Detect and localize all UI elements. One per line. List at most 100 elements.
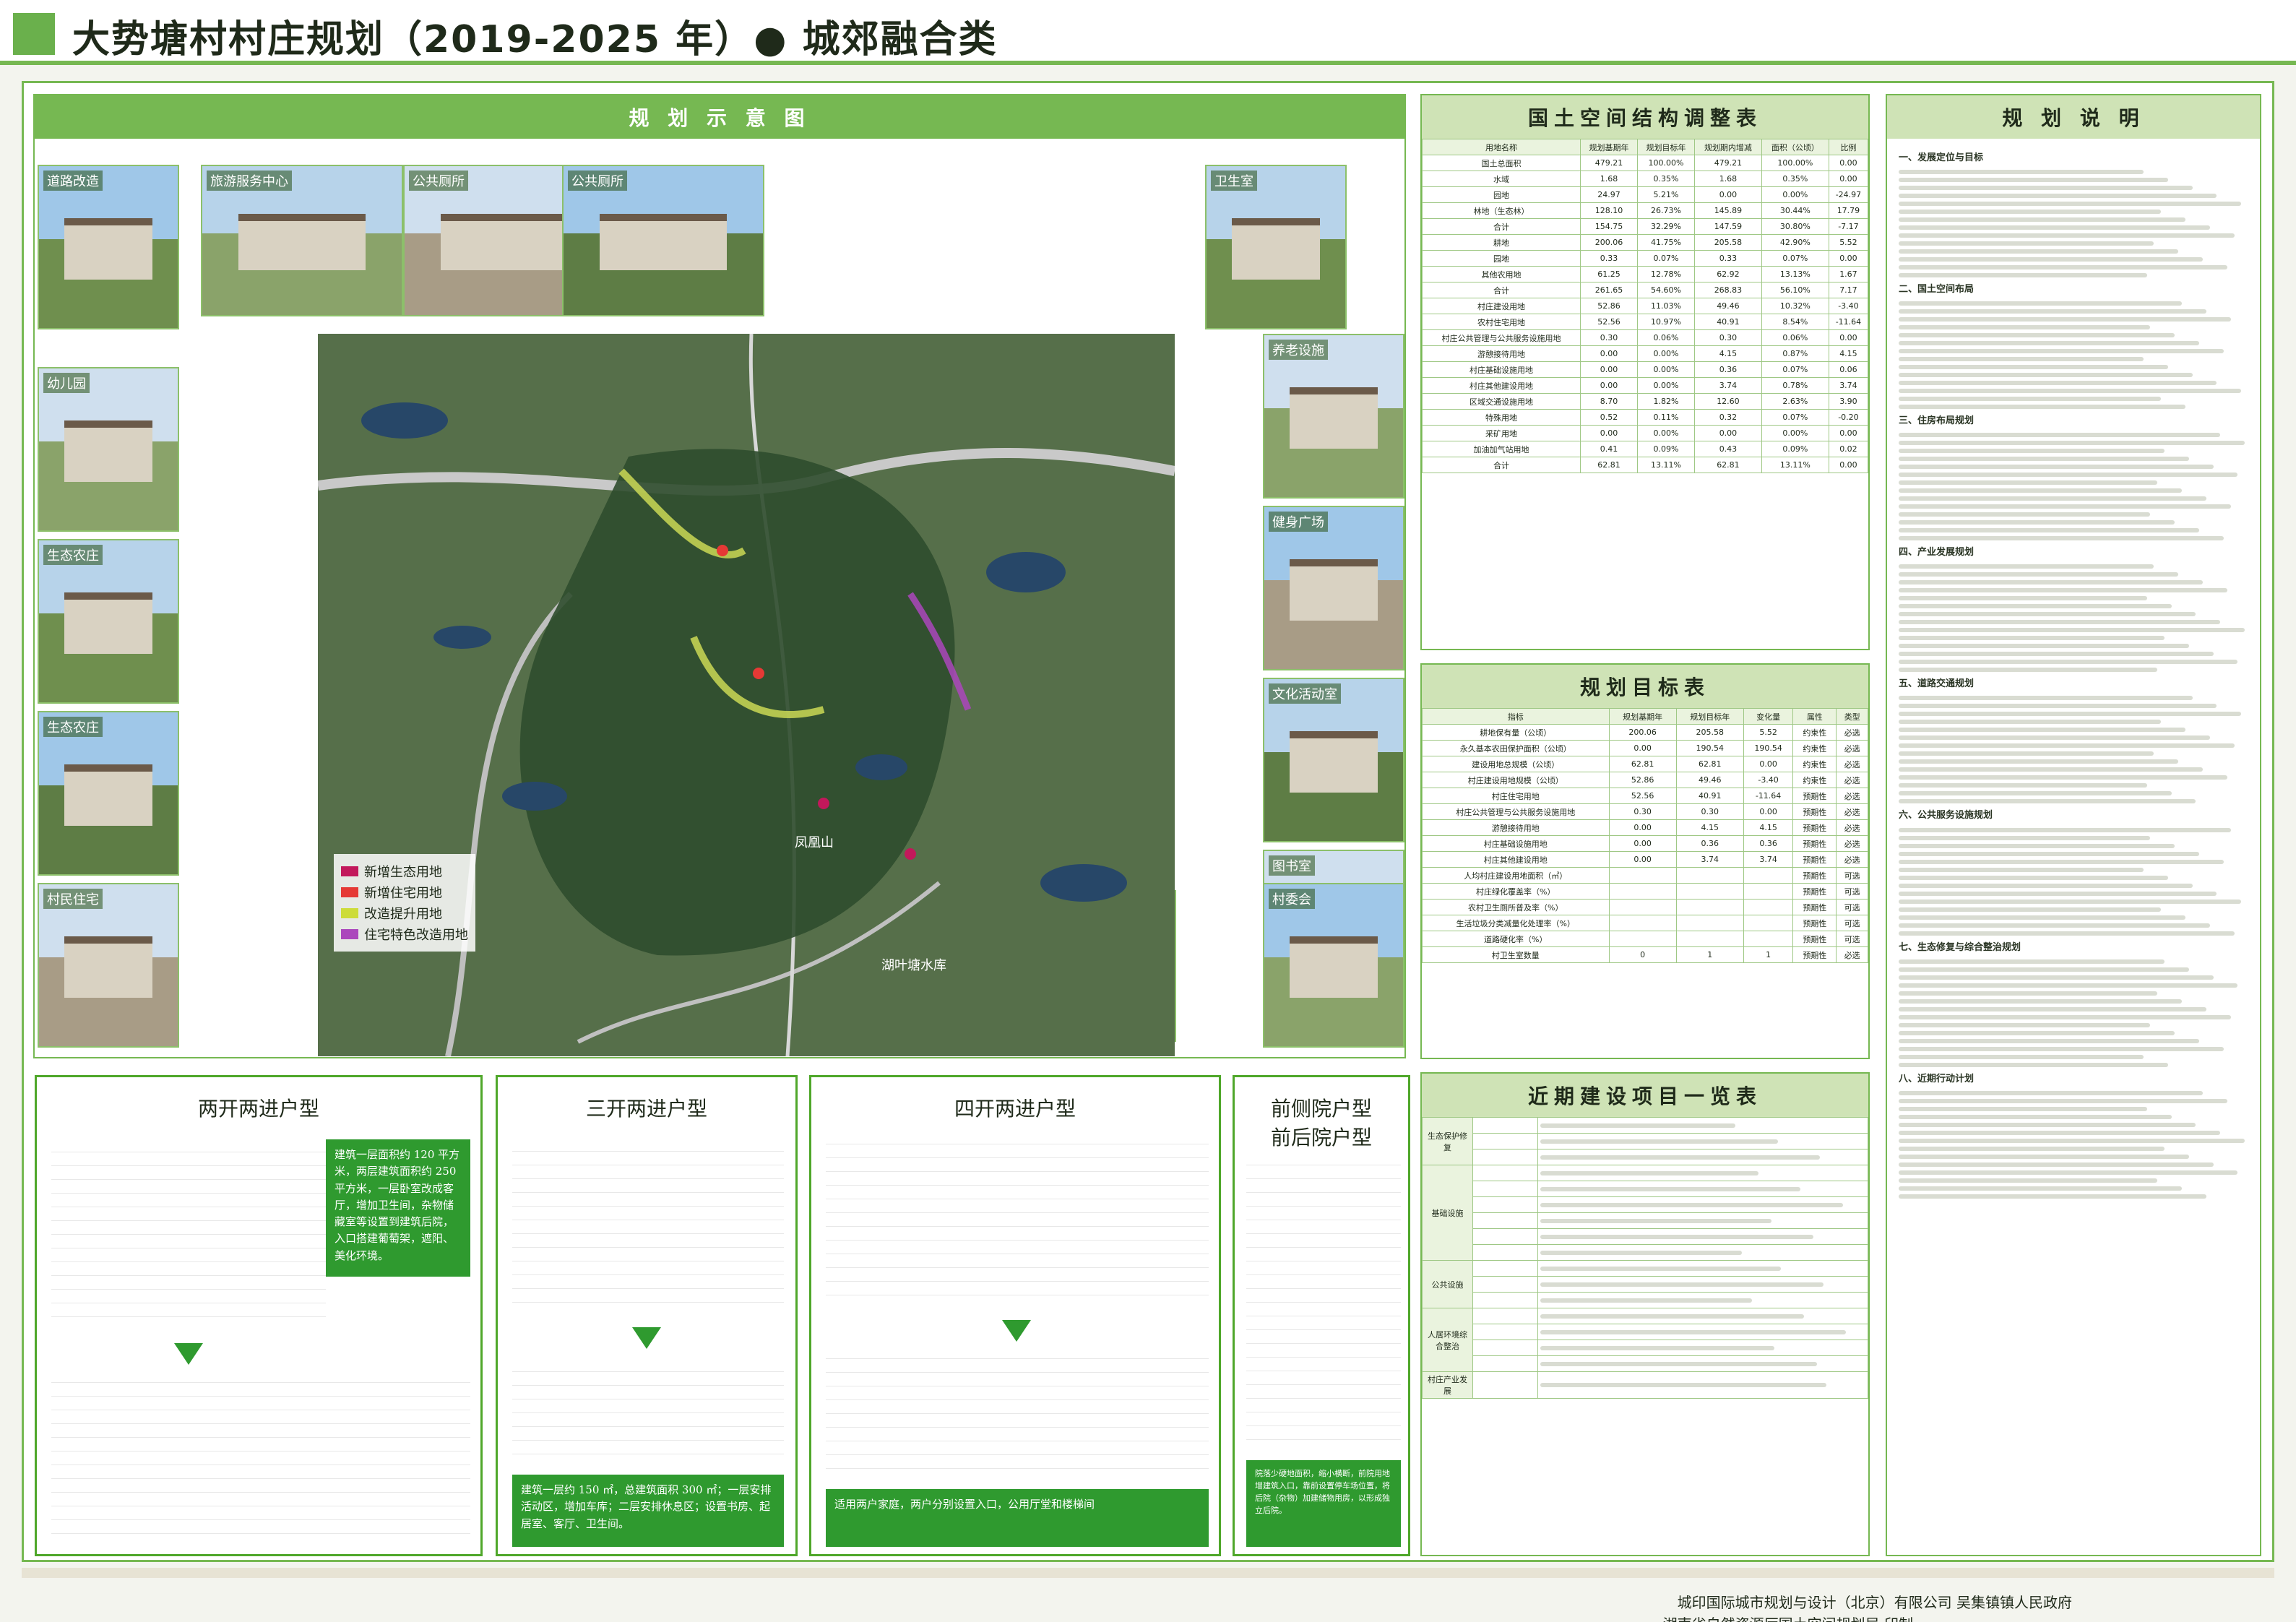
photo-caption: 生态农庄	[43, 717, 103, 737]
table-cell: 0.06%	[1637, 329, 1695, 346]
table-cell: 0.00	[1693, 186, 1762, 203]
table-cell: -7.17	[1828, 218, 1869, 235]
table-cell: 4.15	[1828, 345, 1869, 362]
table-header-row: 指标 规划基期年 规划目标年 变化量 属性 类型	[1422, 708, 1868, 725]
table-row: 特殊用地 0.52 0.11% 0.32 0.07% -0.20	[1421, 409, 1869, 426]
photo-caption: 旅游服务中心	[207, 171, 292, 191]
table-row: 村庄基础设施用地 0.00 0.36 0.36 预期性 必选	[1422, 835, 1868, 852]
planning-diagram-title: 规 划 示 意 图	[35, 95, 1404, 139]
notes-heading: 二、国土空间布局	[1899, 284, 1975, 296]
project-cell	[1472, 1149, 1538, 1165]
near-term-table-title: 近期建设项目一览表	[1422, 1074, 1868, 1117]
content-cell	[1537, 1212, 1868, 1229]
table-cell: 56.10%	[1761, 282, 1829, 298]
table-row	[1423, 1228, 1868, 1245]
table-cell: 205.58	[1693, 234, 1762, 251]
table-header-cell: 比例	[1828, 139, 1869, 155]
project-cell	[1472, 1117, 1538, 1134]
table-cell: 10.32%	[1761, 298, 1829, 314]
content-cell	[1537, 1355, 1868, 1372]
table-row: 游憩接待用地 0.00 4.15 4.15 预期性 必选	[1422, 819, 1868, 836]
table-cell: 预期性	[1792, 915, 1837, 931]
table-cell: 49.46	[1675, 772, 1744, 788]
table-cell: 30.80%	[1761, 218, 1829, 235]
table-cell: 0.07%	[1761, 361, 1829, 378]
table-cell	[1743, 867, 1794, 884]
footer-rule	[22, 1568, 2274, 1578]
table-cell: 采矿用地	[1421, 425, 1581, 441]
table-cell: 1	[1743, 946, 1794, 963]
photo-caption: 文化活动室	[1269, 683, 1341, 704]
table-row: 游憩接待用地 0.00 0.00% 4.15 0.87% 4.15	[1421, 345, 1869, 362]
legend-swatch	[341, 887, 358, 897]
table-cell: 预期性	[1792, 867, 1837, 884]
table-row: 村庄产业发展	[1422, 1371, 1868, 1399]
content-cell	[1537, 1133, 1868, 1149]
table-cell: 62.92	[1693, 266, 1762, 282]
table-cell: 国土总面积	[1421, 155, 1581, 171]
table-cell: 0.00	[1743, 803, 1794, 820]
table-cell: 32.29%	[1637, 218, 1695, 235]
table-cell	[1608, 915, 1677, 931]
table-cell: 0.00%	[1637, 377, 1695, 394]
table-row: 园地 0.33 0.07% 0.33 0.07% 0.00	[1421, 250, 1869, 267]
table-cell: 必选	[1836, 772, 1868, 788]
table-cell	[1743, 931, 1794, 947]
table-cell: 261.65	[1580, 282, 1638, 298]
table-cell: 村庄建设用地规模（公顷）	[1422, 772, 1610, 788]
table-row: 耕地保有量（公顷） 200.06 205.58 5.52 约束性 必选	[1422, 724, 1868, 741]
table-cell: 村庄基础设施用地	[1422, 835, 1610, 852]
table-cell: 特殊用地	[1421, 409, 1581, 426]
house-type-two-bay: 两开两进户型 建筑一层面积约 120 平方米，两层建筑面积约 250 平方米，一…	[35, 1075, 483, 1556]
project-cell	[1472, 1196, 1538, 1213]
footer-credit-1: 城印国际城市规划与设计（北京）有限公司 吴集镇镇人民政府	[1677, 1594, 2072, 1611]
house-type-note: 适用两户家庭，两户分别设置入口，公用厅堂和楼梯间	[826, 1489, 1209, 1547]
table-cell	[1608, 931, 1677, 947]
table-cell: 1.68	[1580, 171, 1638, 187]
table-cell: 必选	[1836, 724, 1868, 741]
content-cell	[1537, 1371, 1868, 1399]
photo-caption: 幼儿园	[43, 373, 90, 393]
content-cell	[1537, 1244, 1868, 1261]
aerial-map[interactable]: 凤凰山 湖叶塘水库 新增生态用地 新增住宅用地 改造提升用地 住宅特色改造用地	[318, 334, 1175, 1056]
notes-heading: 七、生态修复与综合整治规划	[1899, 941, 2021, 953]
table-header-row: 用地名称 规划基期年 规划目标年 规划期内增减 面积（公顷） 比例	[1421, 139, 1869, 155]
floor-plans-renovated	[51, 1373, 470, 1547]
content-cell	[1537, 1260, 1868, 1277]
table-header-cell: 指标	[1422, 708, 1610, 725]
table-cell: 预期性	[1792, 883, 1837, 900]
table-cell: 24.97	[1580, 186, 1638, 203]
table-cell: 0.00	[1828, 457, 1869, 473]
table-cell: 49.46	[1693, 298, 1762, 314]
table-cell: 0.00	[1608, 851, 1677, 868]
table-cell	[1675, 867, 1744, 884]
category-cell: 人居环境综合整治	[1422, 1308, 1473, 1372]
table-cell: 可选	[1836, 867, 1868, 884]
table-cell: 村庄建设用地	[1421, 298, 1581, 314]
table-cell: 0.30	[1608, 803, 1677, 820]
table-cell: 0.36	[1693, 361, 1762, 378]
table-cell: 村庄基础设施用地	[1421, 361, 1581, 378]
table-cell: 预期性	[1792, 788, 1837, 804]
table-cell: 0.09%	[1637, 441, 1695, 457]
table-cell: 区域交通设施用地	[1421, 393, 1581, 410]
content-cell	[1537, 1292, 1868, 1308]
table-cell: 预期性	[1792, 931, 1837, 947]
table-cell: 0.00	[1828, 250, 1869, 267]
table-row	[1423, 1133, 1868, 1149]
table-cell: 0.00	[1828, 425, 1869, 441]
house-type-title: 两开两进户型	[197, 1097, 319, 1121]
table-cell: 0.52	[1580, 409, 1638, 426]
table-cell: 道路硬化率（%）	[1422, 931, 1610, 947]
photo-caption: 村民住宅	[43, 889, 103, 909]
photo-caption: 村委会	[1269, 889, 1315, 909]
planning-target-table-panel: 规划目标表 指标 规划基期年 规划目标年 变化量 属性 类型 耕地保有量（公顷） 200.06…	[1420, 663, 1870, 1059]
table-cell	[1743, 899, 1794, 915]
table-cell: 0.36	[1675, 835, 1744, 852]
table-cell: 100.00%	[1761, 155, 1829, 171]
table-row	[1423, 1276, 1868, 1293]
table-cell: 147.59	[1693, 218, 1762, 235]
table-row	[1423, 1244, 1868, 1261]
legend-item: 新增生态用地	[341, 862, 468, 881]
table-cell: 0.00%	[1761, 186, 1829, 203]
